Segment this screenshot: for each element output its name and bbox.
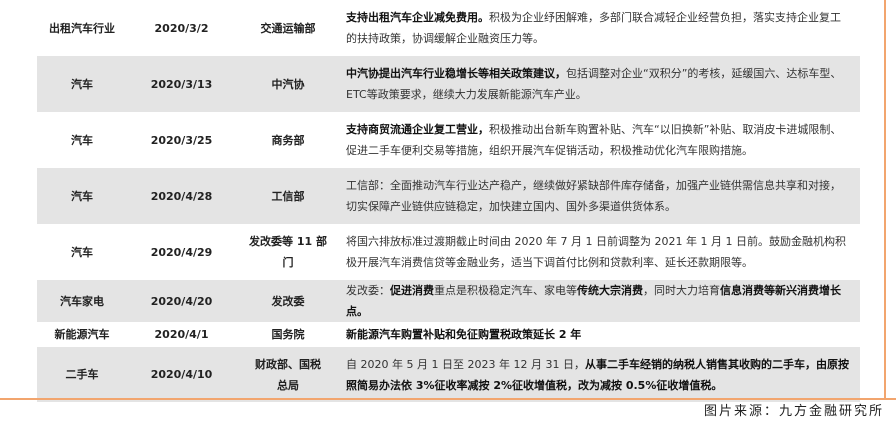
content-highlight: 传统大宗消费	[577, 284, 643, 297]
industry-cell: 出租汽车行业	[49, 21, 115, 35]
content-highlight: 新能源汽车购置补贴和免征购置税政策延长 2 年	[346, 328, 582, 341]
source-caption: 图片来源：九方金融研究所	[703, 404, 884, 419]
date-cell: 2020/4/20	[150, 294, 213, 308]
dept-cell: 工信部	[271, 189, 305, 203]
content-text: 发改委：	[346, 284, 390, 297]
table-row: 汽车 2020/4/29 发改委等 11 部门 将国六排放标准过渡期截止时间由 …	[37, 224, 860, 280]
content-text: 自 2020 年 5 月 1 日至 2023 年 12 月 31 日，	[346, 357, 585, 371]
industry-cell: 汽车家电	[60, 294, 104, 308]
footer-divider	[0, 398, 896, 400]
industry-cell: 汽车	[71, 245, 93, 259]
content-highlight: 支持商贸流通企业复工营业，	[346, 123, 489, 136]
policy-table: 出租汽车行业 2020/3/2 交通运输部 支持出租汽车企业减免费用。积极为企业…	[37, 0, 860, 402]
table-row: 汽车家电 2020/4/20 发改委 发改委：促进消费重点是积极稳定汽车、家电等…	[37, 280, 860, 322]
dept-cell: 交通运输部	[260, 21, 316, 35]
content-highlight: 中汽协提出汽车行业稳增长等相关政策建议，	[346, 67, 566, 80]
date-cell: 2020/4/10	[150, 368, 213, 381]
right-divider	[884, 0, 886, 398]
content-cell: 新能源汽车购置补贴和免征购置税政策延长 2 年	[340, 322, 860, 347]
content-highlight: 支持出租汽车企业减免费用。	[346, 11, 489, 24]
dept-cell: 财政部、国税总局	[255, 357, 321, 392]
industry-cell: 二手车	[65, 368, 99, 381]
content-cell: 中汽协提出汽车行业稳增长等相关政策建议，包括调整对企业“双积分”的考核，延缓国六…	[340, 56, 860, 112]
dept-cell: 中汽协	[271, 77, 305, 91]
content-cell: 发改委：促进消费重点是积极稳定汽车、家电等传统大宗消费，同时大力培育信息消费等新…	[340, 280, 860, 322]
date-cell: 2020/4/29	[150, 245, 213, 259]
date-cell: 2020/4/28	[150, 189, 213, 203]
table-row: 二手车 2020/4/10 财政部、国税总局 自 2020 年 5 月 1 日至…	[37, 347, 860, 402]
table-row: 汽车 2020/4/28 工信部 工信部：全面推动汽车行业达产稳产，继续做好紧缺…	[37, 168, 860, 224]
table-row: 新能源汽车 2020/4/1 国务院 新能源汽车购置补贴和免征购置税政策延长 2…	[37, 322, 860, 347]
table-row: 出租汽车行业 2020/3/2 交通运输部 支持出租汽车企业减免费用。积极为企业…	[37, 0, 860, 56]
table-row: 汽车 2020/3/25 商务部 支持商贸流通企业复工营业，积极推动出台新车购置…	[37, 112, 860, 168]
date-cell: 2020/3/13	[150, 77, 213, 91]
industry-cell: 汽车	[71, 189, 93, 203]
content-text: ，同时大力培育	[643, 284, 720, 297]
date-cell: 2020/3/25	[150, 133, 213, 147]
dept-cell: 发改委等 11 部门	[249, 235, 327, 269]
industry-cell: 汽车	[71, 133, 93, 147]
industry-cell: 汽车	[71, 77, 93, 91]
policy-table-sheet: 出租汽车行业 2020/3/2 交通运输部 支持出租汽车企业减免费用。积极为企业…	[0, 0, 896, 433]
industry-cell: 新能源汽车	[54, 328, 110, 341]
date-cell: 2020/4/1	[154, 328, 209, 341]
content-cell: 将国六排放标准过渡期截止时间由 2020 年 7 月 1 日前调整为 2021 …	[346, 235, 846, 269]
content-cell: 自 2020 年 5 月 1 日至 2023 年 12 月 31 日，从事二手车…	[340, 347, 860, 402]
content-highlight: 促进消费	[390, 284, 434, 297]
table-row: 汽车 2020/3/13 中汽协 中汽协提出汽车行业稳增长等相关政策建议，包括调…	[37, 56, 860, 112]
dept-cell: 国务院	[271, 328, 305, 341]
dept-cell: 发改委	[271, 294, 305, 308]
date-cell: 2020/3/2	[154, 21, 209, 35]
content-cell: 支持出租汽车企业减免费用。积极为企业纾困解难，多部门联合减轻企业经营负担，落实支…	[340, 0, 860, 56]
content-cell: 工信部：全面推动汽车行业达产稳产，继续做好紧缺部件库存储备，加强产业链供需信息共…	[346, 179, 841, 213]
content-cell: 支持商贸流通企业复工营业，积极推动出台新车购置补贴、汽车“以旧换新”补贴、取消皮…	[340, 112, 860, 168]
dept-cell: 商务部	[271, 133, 305, 147]
content-text: 重点是积极稳定汽车、家电等	[434, 284, 577, 297]
